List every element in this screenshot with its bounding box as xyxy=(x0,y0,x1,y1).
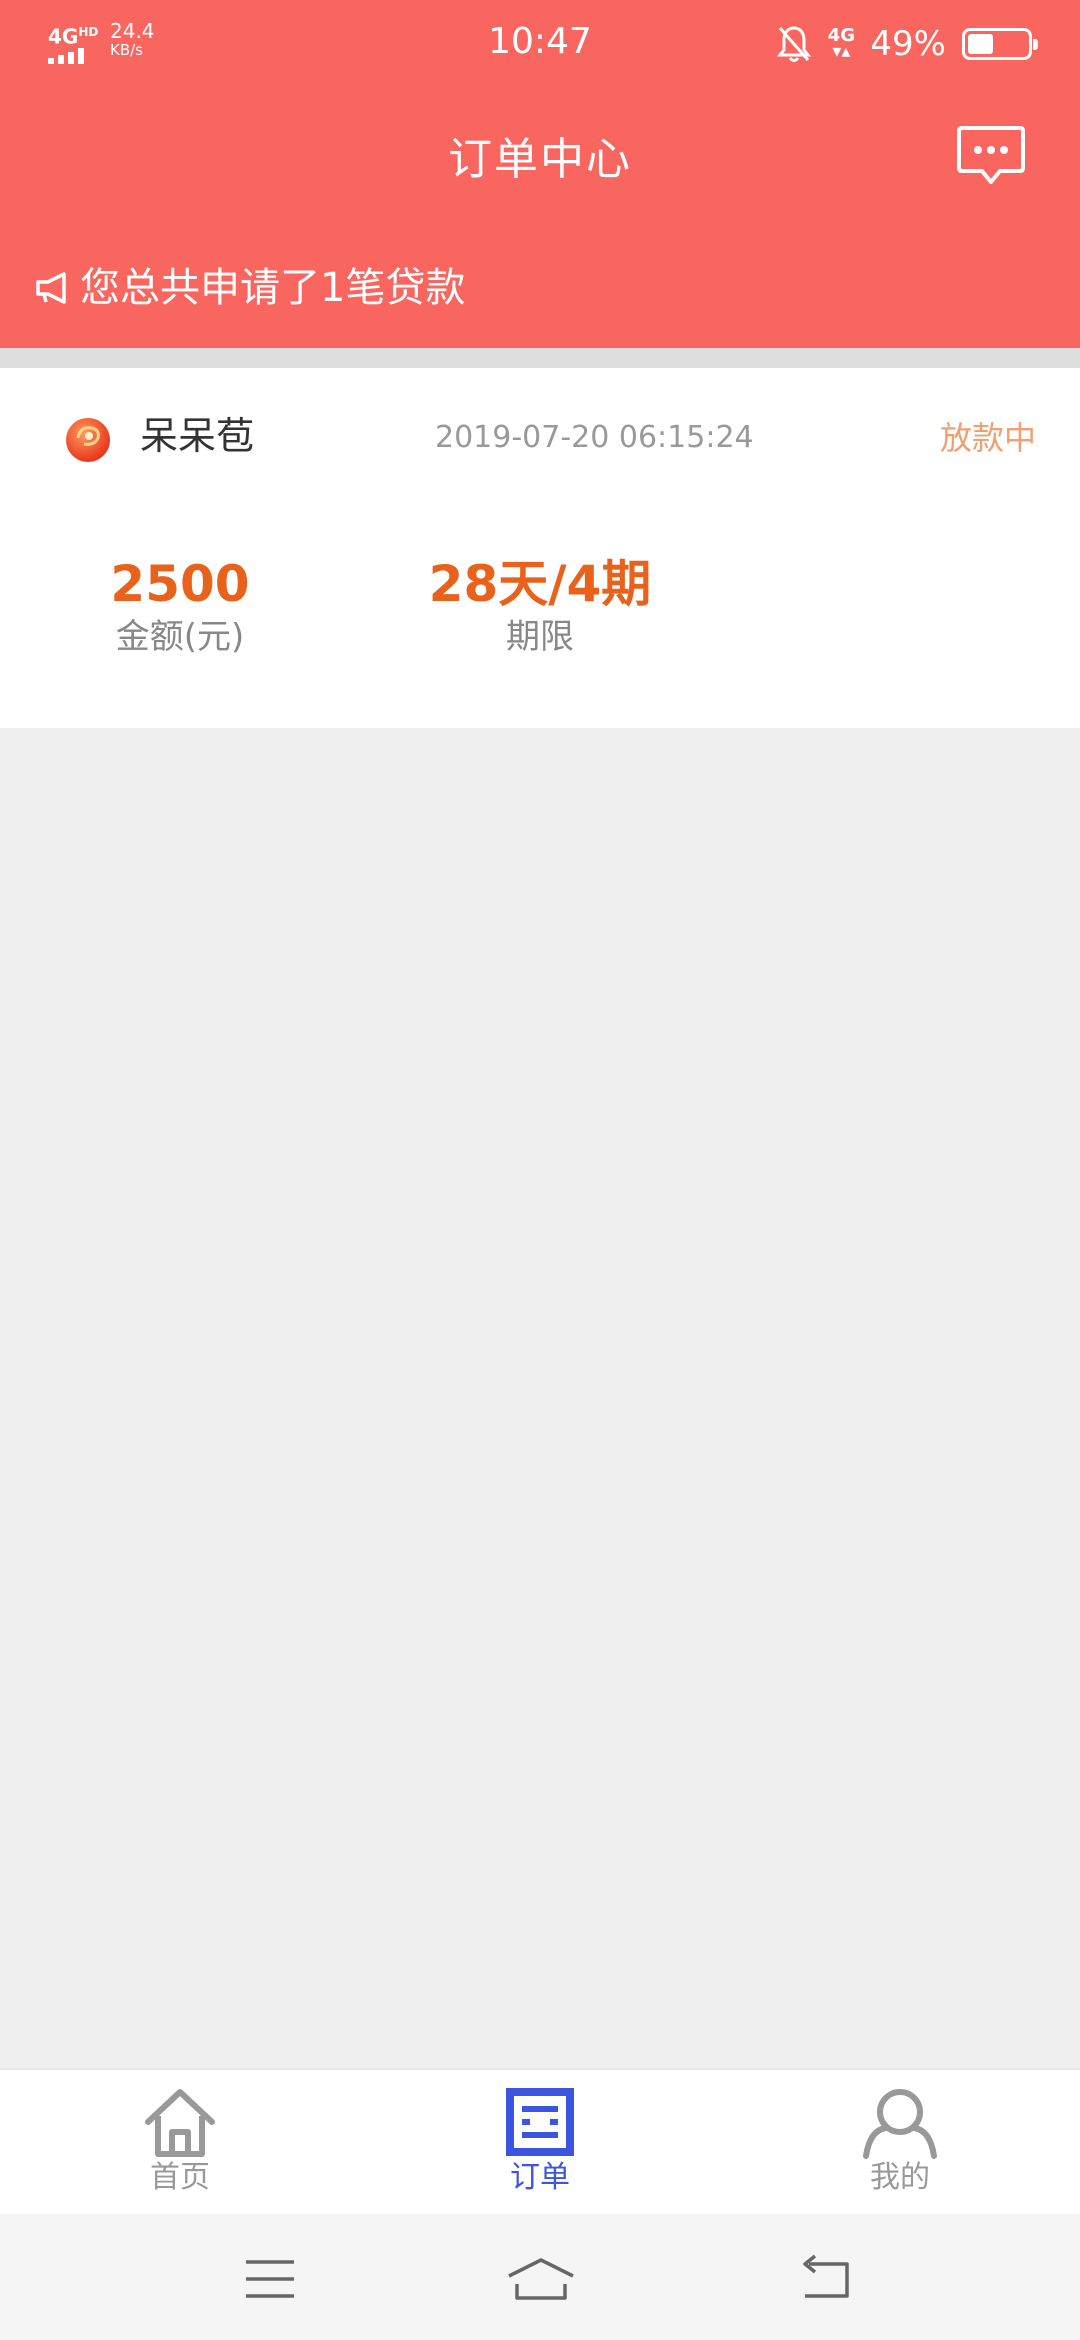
order-status-badge: 放款中 xyxy=(939,419,1036,457)
battery-icon xyxy=(962,28,1038,60)
tab-home[interactable]: 首页 xyxy=(80,2084,280,2204)
notice-text: 您总共申请了1笔贷款 xyxy=(80,265,466,311)
network-4g-text: 4G xyxy=(827,25,856,46)
network-4g-label: 4G ▾▴ xyxy=(827,25,856,62)
battery-percent: 49% xyxy=(870,24,946,64)
tab-order[interactable]: 订单 xyxy=(440,2084,640,2204)
tab-order-label: 订单 xyxy=(510,2160,570,2195)
section-divider xyxy=(0,348,1080,368)
order-icon xyxy=(506,2088,574,2156)
term-value: 28天/4期 xyxy=(428,555,652,613)
page-title: 订单中心 xyxy=(448,134,632,185)
term-stat: 28天/4期 期限 xyxy=(420,554,660,660)
app-logo-icon xyxy=(66,418,110,462)
battery-fill xyxy=(968,34,994,54)
amount-label: 金额(元) xyxy=(115,617,245,657)
user-icon xyxy=(863,2089,937,2159)
megaphone-icon xyxy=(36,272,66,304)
term-label: 期限 xyxy=(506,617,574,657)
status-right: 4G ▾▴ 49% xyxy=(776,22,1038,66)
bell-muted-icon xyxy=(777,26,812,62)
chat-bubble-icon[interactable] xyxy=(956,124,1026,188)
tab-mine[interactable]: 我的 xyxy=(800,2084,1000,2204)
tab-home-label: 首页 xyxy=(150,2160,210,2195)
tab-mine-label: 我的 xyxy=(870,2160,930,2195)
notice-bar: 您总共申请了1笔贷款 xyxy=(32,260,465,316)
order-card[interactable]: 呆呆苞 2019-07-20 06:15:24 放款中 2500 金额(元) 2… xyxy=(0,368,1080,728)
back-icon[interactable] xyxy=(795,2254,855,2304)
home-icon xyxy=(145,2089,215,2157)
menu-icon[interactable] xyxy=(240,2254,300,2304)
amount-value: 2500 xyxy=(110,555,250,613)
bottom-tab-bar: 首页 订单 我的 xyxy=(0,2068,1080,2214)
order-time: 2019-07-20 06:15:24 xyxy=(435,420,754,455)
header: 4GHD 24.4 KB/s 10:47 4G ▾▴ 49% 订单中心 您总共申… xyxy=(0,0,1080,348)
nav-home-icon[interactable] xyxy=(505,2254,577,2304)
order-product-name: 呆呆苞 xyxy=(140,414,255,458)
status-bar: 4GHD 24.4 KB/s 10:47 4G ▾▴ 49% xyxy=(0,0,1080,88)
amount-stat: 2500 金额(元) xyxy=(80,554,280,660)
system-nav-bar xyxy=(0,2214,1080,2340)
